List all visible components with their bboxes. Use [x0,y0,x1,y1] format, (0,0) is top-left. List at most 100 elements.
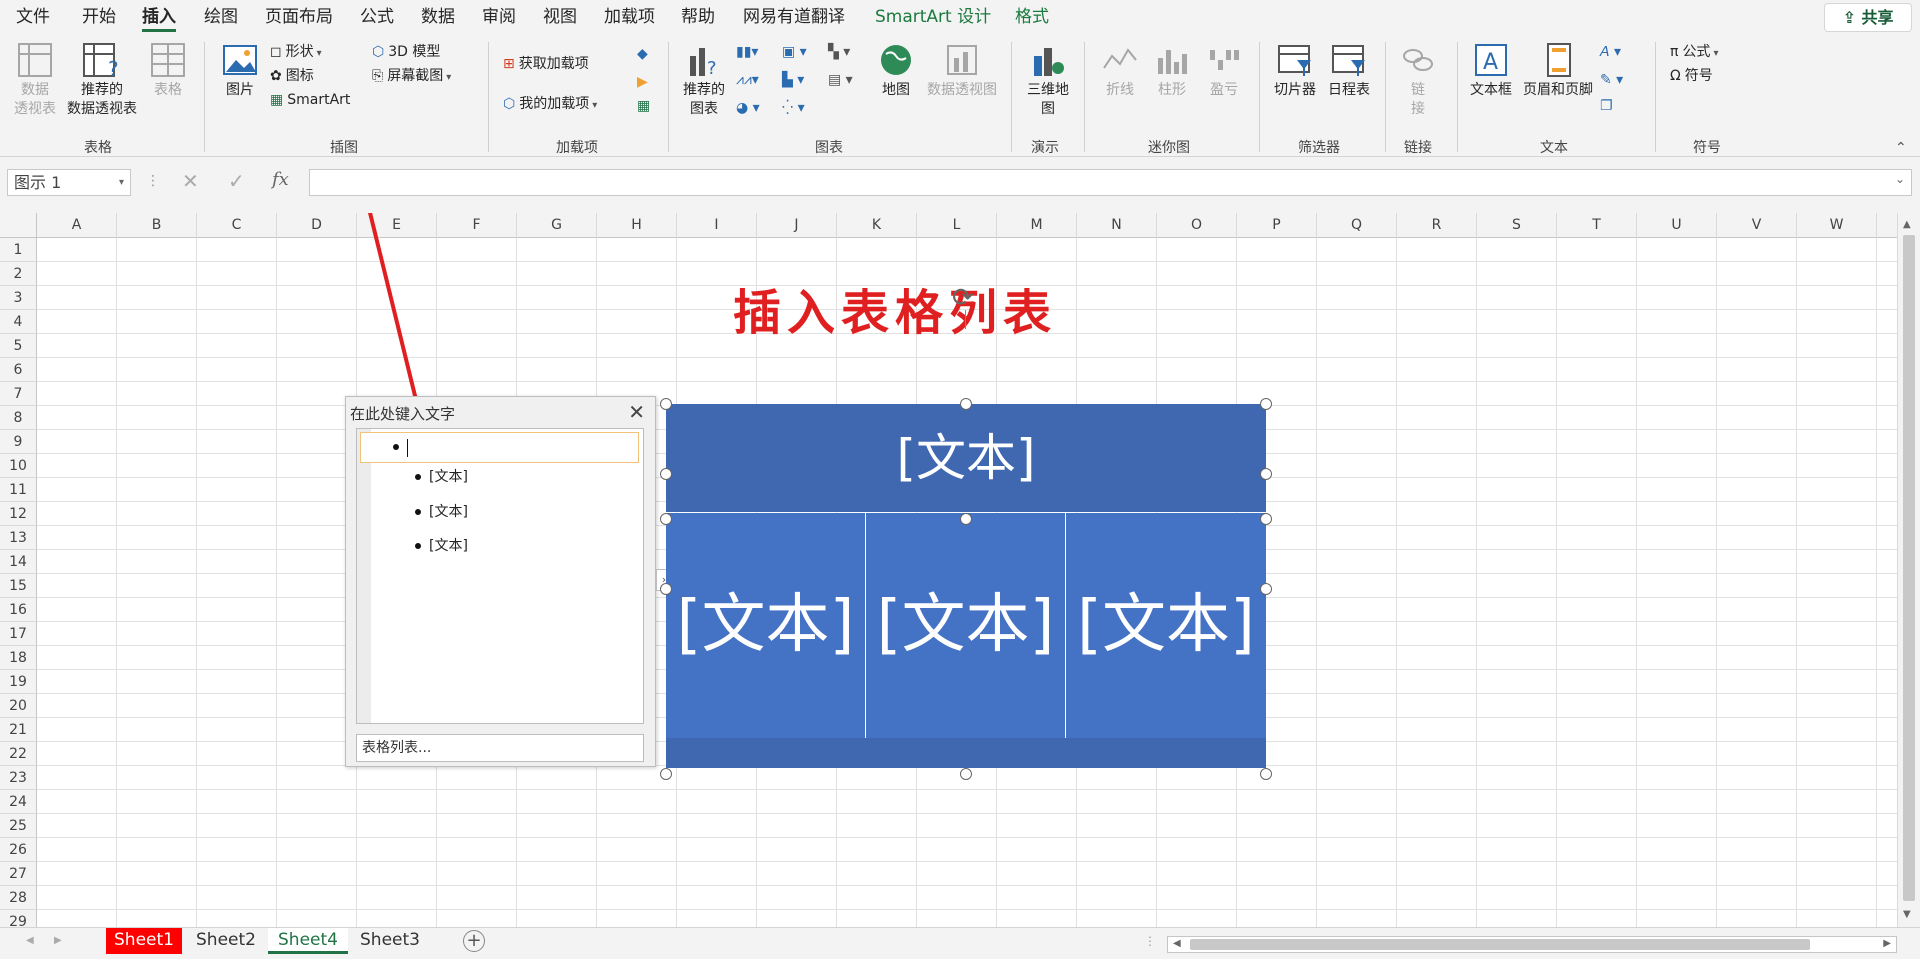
scroll-down-icon[interactable]: ▼ [1903,909,1911,920]
screenshot-button[interactable]: ⎘ 屏幕截图 ▾ [372,66,451,88]
recommended-charts-button[interactable]: ? 推荐的 图表 [680,42,728,119]
wordart-button[interactable]: 𝘈 ▾ [1600,42,1621,62]
row-header-cell[interactable]: 7 [0,382,37,406]
text-pane-item[interactable]: [文本] [415,535,468,555]
smartart-cell[interactable]: [文本] [866,513,1066,738]
smartart-cell[interactable]: [文本] [666,513,866,738]
tab-view[interactable]: 视图 [543,0,577,34]
shape-handle[interactable] [1260,468,1272,480]
tab-review[interactable]: 审阅 [482,0,516,34]
row-header-cell[interactable]: 8 [0,406,37,430]
column-header-cell[interactable]: W [1797,213,1877,238]
scatter-chart-button[interactable]: ⁛ ▾ [782,98,805,118]
get-addins-button[interactable]: ⊞ 获取加载项 [503,54,589,74]
shape-handle[interactable] [960,513,972,525]
symbol-button[interactable]: Ω 符号 [1670,66,1713,86]
resize-handle[interactable] [660,398,672,410]
row-header-cell[interactable]: 9 [0,430,37,454]
table-button[interactable]: 表格 [148,42,188,100]
smartart-top-shape[interactable]: [文本] [666,404,1266,512]
column-header-cell[interactable]: C [197,213,277,238]
vertical-scrollbar[interactable]: ▲ ▼ [1897,213,1920,927]
timeline-button[interactable]: 日程表 [1324,42,1374,100]
column-header-cell[interactable]: Q [1317,213,1397,238]
row-header-cell[interactable]: 1 [0,238,37,262]
scroll-right-icon[interactable]: ▶ [1883,938,1891,949]
hscroll-thumb[interactable] [1190,939,1810,950]
equation-button[interactable]: π 公式 ▾ [1670,42,1718,64]
waterfall-chart-button[interactable]: ▚ ▾ [828,42,850,62]
picture-button[interactable]: 图片 [218,42,262,100]
column-header-cell[interactable]: T [1557,213,1637,238]
horizontal-scrollbar[interactable]: ◀ ▶ [1167,936,1897,953]
tab-data[interactable]: 数据 [421,0,455,34]
text-pane-edit-line[interactable] [360,432,639,463]
layout-name-link[interactable]: 表格列表... [356,734,644,762]
textbox-button[interactable]: A 文本框 [1466,42,1516,100]
smartart-graphic[interactable]: [文本] [文本] [文本] [文本] [666,404,1266,776]
scroll-up-icon[interactable]: ▲ [1903,219,1911,230]
row-header-cell[interactable]: 10 [0,454,37,478]
tab-page-layout[interactable]: 页面布局 [265,0,333,34]
column-header-cell[interactable]: N [1077,213,1157,238]
column-header-cell[interactable]: H [597,213,677,238]
row-header-cell[interactable]: 16 [0,598,37,622]
select-all-corner[interactable] [0,213,37,238]
insert-function-icon[interactable]: fx [272,169,289,190]
tab-home[interactable]: 开始 [82,0,116,34]
row-header-cell[interactable]: 24 [0,790,37,814]
hierarchy-chart-button[interactable]: ▣ ▾ [782,42,807,62]
collapse-ribbon-icon[interactable]: ⌃ [1895,140,1907,156]
resize-handle[interactable] [960,768,972,780]
slicer-button[interactable]: 切片器 [1270,42,1320,100]
shape-handle[interactable] [660,513,672,525]
row-header-cell[interactable]: 4 [0,310,37,334]
bing-button[interactable]: ▶ [637,72,648,92]
sheet-tab-1[interactable]: Sheet1 [106,928,182,954]
resize-handle[interactable] [1260,398,1272,410]
sheet-tab-4[interactable]: Sheet4 [268,928,348,954]
row-header-cell[interactable]: 18 [0,646,37,670]
3d-model-button[interactable]: ⬡ 3D 模型 [372,42,440,62]
combo-chart-button[interactable]: ▤ ▾ [828,70,853,90]
resize-handle[interactable] [660,768,672,780]
pivot-table-button[interactable]: 数据 透视表 [10,42,60,119]
icons-button[interactable]: ✿ 图标 [270,66,314,86]
share-button[interactable]: ⇪ 共享 [1824,3,1912,32]
people-graph-button[interactable]: ▦ [637,96,650,116]
column-header-cell[interactable]: V [1717,213,1797,238]
column-header-cell[interactable]: L [917,213,997,238]
visio-button[interactable]: ◆ [637,44,648,64]
column-header-cell[interactable]: A [37,213,117,238]
recommended-pivot-button[interactable]: ? 推荐的 数据透视表 [62,42,142,119]
cancel-icon[interactable]: ✕ [182,169,199,193]
sparkline-column-button[interactable]: 柱形 [1150,42,1194,100]
shape-handle[interactable] [660,468,672,480]
scroll-thumb[interactable] [1903,235,1915,901]
column-header-cell[interactable]: R [1397,213,1477,238]
row-header-cell[interactable]: 20 [0,694,37,718]
row-header-cell[interactable]: 21 [0,718,37,742]
tab-help[interactable]: 帮助 [681,0,715,34]
smartart-cell[interactable]: [文本] [1066,513,1266,738]
close-icon[interactable]: ✕ [628,400,645,424]
column-header-cell[interactable]: I [677,213,757,238]
sheet-tab-2[interactable]: Sheet2 [188,928,264,954]
sparkline-winloss-button[interactable]: 盈亏 [1202,42,1246,100]
column-chart-button[interactable]: ▮▮▾ [736,42,758,62]
resize-handle[interactable] [1260,768,1272,780]
column-header-cell[interactable]: M [997,213,1077,238]
text-pane-item[interactable]: [文本] [415,501,468,521]
row-header-cell[interactable]: 19 [0,670,37,694]
column-header-cell[interactable]: J [757,213,837,238]
name-box[interactable]: 图示 1 ▾ [7,169,131,196]
text-pane-item[interactable]: [文本] [415,466,468,486]
row-header-cell[interactable]: 12 [0,502,37,526]
row-header-cell[interactable]: 17 [0,622,37,646]
row-header-cell[interactable]: 25 [0,814,37,838]
tab-youdao[interactable]: 网易有道翻译 [743,0,845,34]
text-pane-list[interactable]: [文本] [文本] [文本] [356,428,644,724]
column-header-cell[interactable]: S [1477,213,1557,238]
row-header-cell[interactable]: 3 [0,286,37,310]
smartart-base-shape[interactable] [666,738,1266,768]
